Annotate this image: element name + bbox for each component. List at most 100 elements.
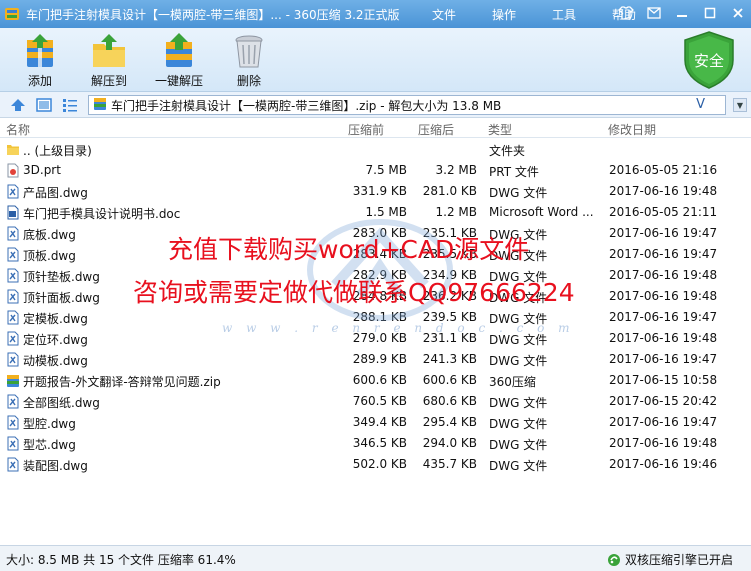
dwg-file-icon	[6, 289, 20, 304]
file-name: 3D.prt	[23, 163, 61, 177]
list-view-icon[interactable]	[62, 97, 78, 113]
trash-icon	[229, 32, 269, 70]
dwg-file-icon	[6, 352, 20, 367]
file-modified: 2017-06-16 19:48	[609, 436, 718, 450]
file-packed-size: 435.7 KB	[422, 457, 477, 471]
file-packed-size: 294.0 KB	[422, 436, 477, 450]
path-field[interactable]: 车门把手注射模具设计【一模两腔-带三维图】.zip - 解包大小为 13.8 M…	[88, 95, 726, 115]
file-packed-size: 600.6 KB	[422, 373, 477, 387]
app-logo-icon	[4, 6, 20, 22]
zip-file-icon	[6, 373, 20, 388]
delete-button[interactable]: 删除	[217, 32, 281, 89]
extract-label: 解压到	[90, 74, 127, 88]
file-row[interactable]: 型腔.dwg 349.4 KB 295.4 KB DWG 文件 2017-06-16 1…	[0, 412, 751, 433]
maximize-icon[interactable]	[701, 4, 719, 22]
file-type: DWG 文件	[489, 396, 548, 410]
file-row[interactable]: 开题报告-外文翻译-答辩常见问题.zip 600.6 KB 600.6 KB 360压…	[0, 370, 751, 391]
file-packed-size: 281.0 KB	[422, 184, 477, 198]
file-modified: 2017-06-16 19:47	[609, 310, 718, 324]
menu-file[interactable]: 文件	[432, 6, 456, 23]
column-modified[interactable]: 修改日期	[608, 121, 656, 138]
feedback-mail-icon[interactable]	[645, 4, 663, 22]
skin-shirt-icon[interactable]	[617, 4, 635, 22]
file-type: DWG 文件	[489, 186, 548, 200]
file-size: 289.9 KB	[352, 352, 407, 366]
file-modified: 2017-06-16 19:47	[609, 415, 718, 429]
file-size: 346.5 KB	[352, 436, 407, 450]
file-modified: 2017-06-16 19:47	[609, 247, 718, 261]
chevron-down-icon[interactable]: ▼	[733, 98, 747, 112]
file-size: 502.0 KB	[352, 457, 407, 471]
file-packed-size: 680.6 KB	[422, 394, 477, 408]
file-name: 开题报告-外文翻译-答辩常见问题.zip	[23, 375, 221, 389]
file-modified: 2017-06-16 19:48	[609, 268, 718, 282]
file-type: DWG 文件	[489, 459, 548, 473]
extract-folder-icon	[89, 32, 129, 70]
file-packed-size: 3.2 MB	[435, 163, 477, 177]
folder-icon	[6, 142, 20, 157]
column-packed[interactable]: 压缩后	[418, 121, 454, 138]
column-name[interactable]: 名称	[6, 121, 30, 138]
file-name: 顶针垫板.dwg	[23, 270, 100, 284]
up-arrow-icon[interactable]	[10, 97, 26, 113]
column-header: 名称 压缩前 压缩后 类型 修改日期	[0, 118, 751, 138]
file-name: 装配图.dwg	[23, 459, 88, 473]
file-name: 定模板.dwg	[23, 312, 88, 326]
window-title: 车门把手注射模具设计【一模两腔-带三维图】... - 360压缩 3.2正式版	[26, 7, 400, 22]
security-shield-button[interactable]: 安全	[681, 30, 737, 90]
file-type: Microsoft Word ...	[489, 205, 594, 219]
file-type: DWG 文件	[489, 354, 548, 368]
file-size: 349.4 KB	[352, 415, 407, 429]
promo-line-1: 充值下载购买word+CAD源文件	[168, 235, 530, 264]
file-type: 文件夹	[489, 144, 526, 158]
status-summary: 大小: 8.5 MB 共 15 个文件 压缩率 61.4%	[6, 553, 236, 567]
file-row[interactable]: 3D.prt 7.5 MB 3.2 MB PRT 文件 2016-05-05 21:16	[0, 160, 751, 181]
file-row[interactable]: 型芯.dwg 346.5 KB 294.0 KB DWG 文件 2017-06-16 1…	[0, 433, 751, 454]
file-modified: 2016-05-05 21:11	[609, 205, 718, 219]
file-row[interactable]: 产品图.dwg 331.9 KB 281.0 KB DWG 文件 2017-06-16 …	[0, 181, 751, 202]
close-icon[interactable]	[729, 4, 747, 22]
title-bar: 车门把手注射模具设计【一模两腔-带三维图】... - 360压缩 3.2正式版 …	[0, 0, 751, 28]
file-type: DWG 文件	[489, 438, 548, 452]
file-name: 型芯.dwg	[23, 438, 76, 452]
delete-label: 删除	[236, 74, 261, 88]
file-name: 顶针面板.dwg	[23, 291, 100, 305]
dwg-file-icon	[6, 331, 20, 346]
doc-file-icon	[6, 205, 20, 220]
file-size: 760.5 KB	[352, 394, 407, 408]
thumbnail-view-icon[interactable]	[36, 97, 52, 113]
dwg-file-icon	[6, 310, 20, 325]
file-modified: 2017-06-16 19:47	[609, 226, 718, 240]
file-type: 360压缩	[489, 375, 536, 389]
minimize-icon[interactable]	[673, 4, 691, 22]
file-modified: 2017-06-15 10:58	[609, 373, 718, 387]
file-row[interactable]: 全部图纸.dwg 760.5 KB 680.6 KB DWG 文件 2017-06-15…	[0, 391, 751, 412]
dwg-file-icon	[6, 394, 20, 409]
path-text: 车门把手注射模具设计【一模两腔-带三维图】.zip - 解包大小为 13.8 M…	[111, 98, 502, 113]
add-archive-icon	[20, 32, 60, 70]
dwg-file-icon	[6, 436, 20, 451]
one-click-extract-button[interactable]: 一键解压	[147, 32, 211, 89]
one-click-extract-icon	[159, 32, 199, 70]
path-dropdown-toggle[interactable]: V	[696, 97, 705, 112]
column-type[interactable]: 类型	[488, 121, 512, 138]
file-row[interactable]: .. (上级目录) 文件夹	[0, 139, 751, 160]
column-size[interactable]: 压缩前	[348, 121, 384, 138]
file-type: PRT 文件	[489, 165, 539, 179]
menu-tools[interactable]: 工具	[552, 6, 576, 23]
dwg-file-icon	[6, 247, 20, 262]
file-name: .. (上级目录)	[23, 144, 92, 158]
toolbar: 添加 解压到 一键解压 删除 安全	[0, 28, 751, 92]
dwg-file-icon	[6, 184, 20, 199]
add-button[interactable]: 添加	[8, 32, 72, 89]
file-modified: 2017-06-16 19:48	[609, 289, 718, 303]
file-row[interactable]: 动模板.dwg 289.9 KB 241.3 KB DWG 文件 2017-06-16 …	[0, 349, 751, 370]
file-name: 型腔.dwg	[23, 417, 76, 431]
file-name: 顶板.dwg	[23, 249, 76, 263]
file-name: 定位环.dwg	[23, 333, 88, 347]
menu-operation[interactable]: 操作	[492, 6, 516, 23]
file-row[interactable]: 装配图.dwg 502.0 KB 435.7 KB DWG 文件 2017-06-16 …	[0, 454, 751, 475]
extract-to-button[interactable]: 解压到	[77, 32, 141, 89]
engine-status: 双核压缩引擎已开启	[607, 551, 733, 568]
one-click-label: 一键解压	[154, 74, 203, 88]
